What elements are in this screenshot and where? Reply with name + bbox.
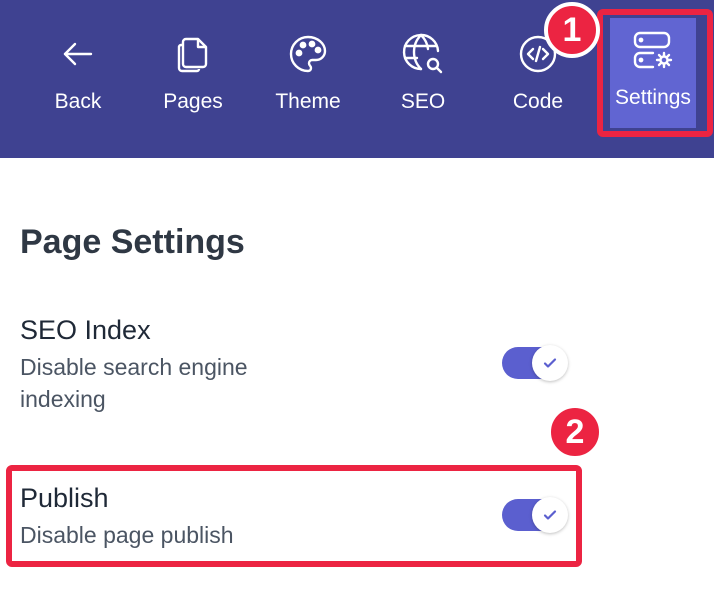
- nav-seo-button[interactable]: SEO: [373, 22, 473, 132]
- check-icon: [543, 358, 557, 368]
- seo-index-toggle[interactable]: [502, 345, 568, 381]
- toggle-knob: [532, 497, 568, 533]
- nav-back-button[interactable]: Back: [28, 22, 128, 132]
- publish-description: Disable page publish: [20, 522, 234, 548]
- publish-toggle[interactable]: [502, 497, 568, 533]
- nav-pages-button[interactable]: Pages: [143, 22, 243, 132]
- nav-back-label: Back: [54, 90, 102, 113]
- publish-title: Publish: [20, 483, 109, 513]
- seo-index-title: SEO Index: [20, 315, 151, 345]
- annotation-badge-2: 2: [547, 404, 603, 460]
- nav-code-label: Code: [512, 90, 564, 113]
- page-settings-title: Page Settings: [20, 223, 245, 261]
- arrow-left-icon: [56, 32, 100, 76]
- nav-pages-label: Pages: [163, 90, 223, 113]
- pages-icon: [171, 32, 215, 76]
- check-icon: [543, 510, 557, 520]
- nav-seo-label: SEO: [400, 90, 446, 113]
- nav-theme-label: Theme: [275, 90, 341, 113]
- toggle-knob: [532, 345, 568, 381]
- annotation-badge-1: 1: [544, 2, 600, 58]
- globe-search-icon: [401, 32, 445, 76]
- nav-theme-button[interactable]: Theme: [258, 22, 358, 132]
- publish-highlight-box: [6, 465, 582, 567]
- palette-icon: [286, 32, 330, 76]
- seo-index-description: Disable search engine indexing: [20, 354, 248, 412]
- settings-highlight-box: [597, 9, 713, 137]
